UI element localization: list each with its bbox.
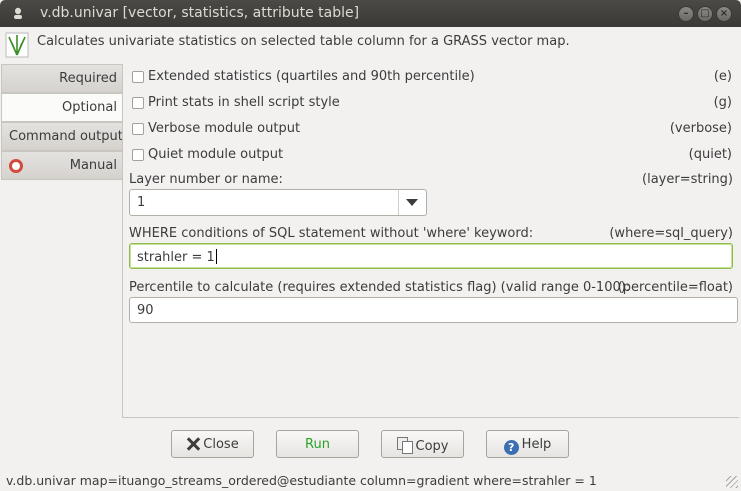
flag-quiet[interactable]: Quiet module output (quiet)	[132, 146, 732, 164]
close-button[interactable]: Close	[171, 430, 254, 458]
help-lifebuoy-icon	[9, 159, 23, 173]
percentile-value: 90	[137, 303, 154, 318]
flag-key: (verbose)	[669, 121, 732, 136]
where-input[interactable]: strahler = 1	[129, 243, 733, 269]
window-title: v.db.univar [vector, statistics, attribu…	[40, 5, 360, 21]
help-label: Help	[521, 437, 552, 452]
close-window-button[interactable]: ×	[716, 6, 732, 22]
flag-label: Print stats in shell script style	[148, 95, 340, 110]
close-label: Close	[203, 437, 239, 452]
flag-label: Verbose module output	[148, 121, 301, 136]
tab-label: Optional	[62, 100, 117, 115]
copy-label: Copy	[415, 439, 449, 454]
layer-combobox[interactable]: 1	[129, 189, 427, 216]
flag-extended-statistics[interactable]: Extended statistics (quartiles and 90th …	[132, 68, 732, 86]
x-icon	[186, 437, 200, 451]
flag-label: Extended statistics (quartiles and 90th …	[148, 69, 475, 84]
copy-button[interactable]: Copy	[381, 430, 464, 458]
optional-panel	[122, 64, 739, 418]
question-icon: ?	[503, 440, 519, 455]
run-button[interactable]: Run	[276, 430, 359, 458]
flag-key: (e)	[713, 69, 732, 84]
tab-optional[interactable]: Optional	[1, 93, 123, 122]
where-key: (where=sql_query)	[609, 226, 733, 241]
checkbox[interactable]	[132, 97, 144, 109]
flag-shell-script-style[interactable]: Print stats in shell script style (g)	[132, 94, 732, 112]
flag-key: (g)	[713, 95, 732, 110]
where-label: WHERE conditions of SQL statement withou…	[129, 226, 534, 241]
run-label: Run	[305, 437, 330, 452]
app-icon	[14, 7, 22, 19]
status-bar: v.db.univar map=ituango_streams_ordered@…	[0, 470, 741, 491]
layer-key: (layer=string)	[642, 172, 733, 187]
resize-grip-icon[interactable]	[726, 476, 738, 488]
layer-label: Layer number or name:	[129, 172, 283, 187]
text-caret	[215, 249, 217, 264]
checkbox[interactable]	[132, 123, 144, 135]
tab-manual[interactable]: Manual	[1, 151, 123, 180]
copy-icon	[396, 437, 413, 454]
checkbox[interactable]	[132, 71, 144, 83]
tab-label: Manual	[69, 158, 117, 173]
module-description: Calculates univariate statistics on sele…	[0, 27, 741, 63]
percentile-input[interactable]: 90	[129, 297, 738, 323]
tab-label: Required	[59, 71, 117, 86]
percentile-label: Percentile to calculate (requires extend…	[129, 280, 631, 295]
flag-key: (quiet)	[688, 147, 732, 162]
grass-icon	[5, 32, 29, 58]
tab-label: Command output	[9, 129, 123, 144]
percentile-key: (percentile=float)	[617, 280, 733, 295]
help-button[interactable]: ? Help	[486, 430, 569, 458]
description-text: Calculates univariate statistics on sele…	[37, 34, 570, 49]
combo-separator	[398, 190, 399, 215]
command-preview: v.db.univar map=ituango_streams_ordered@…	[6, 473, 597, 488]
tab-command-output[interactable]: Command output	[1, 122, 123, 151]
checkbox[interactable]	[132, 149, 144, 161]
flag-verbose[interactable]: Verbose module output (verbose)	[132, 120, 732, 138]
title-bar[interactable]: v.db.univar [vector, statistics, attribu…	[0, 0, 741, 27]
tab-required[interactable]: Required	[1, 64, 123, 93]
tab-bar: Required Optional Command output Manual	[1, 64, 123, 180]
layer-value: 1	[137, 195, 146, 210]
where-value: strahler = 1	[137, 249, 217, 265]
flag-label: Quiet module output	[148, 147, 284, 162]
chevron-down-icon[interactable]	[406, 199, 418, 206]
maximize-button[interactable]: □	[697, 6, 713, 22]
minimize-button[interactable]: –	[678, 6, 694, 22]
